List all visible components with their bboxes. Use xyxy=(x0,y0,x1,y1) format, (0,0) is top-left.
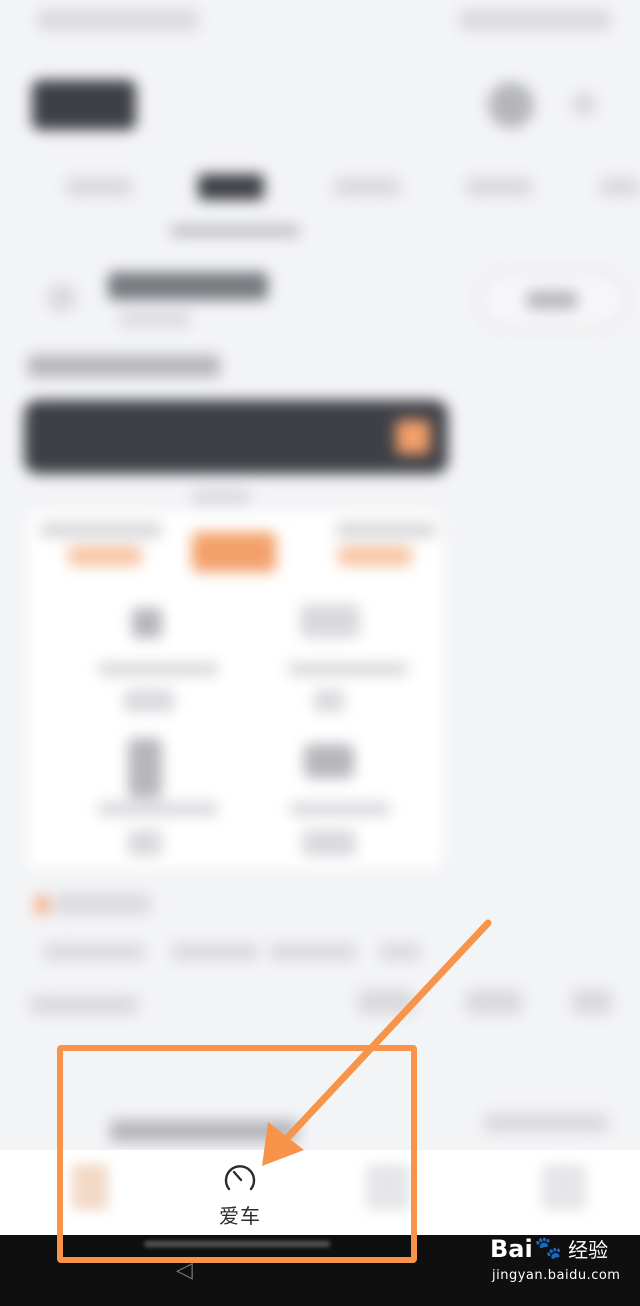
banner-caption xyxy=(192,490,250,504)
tab-2-active[interactable] xyxy=(198,174,264,200)
avatar[interactable] xyxy=(488,82,534,128)
section-heading xyxy=(54,894,150,914)
chip-1[interactable] xyxy=(44,944,144,960)
highlight-box xyxy=(57,1045,417,1263)
page-title xyxy=(32,80,136,130)
paw-icon: 🐾 xyxy=(534,1236,563,1261)
tab-1[interactable] xyxy=(66,178,132,196)
car-model-title xyxy=(108,272,268,300)
status-bar-right-info xyxy=(460,10,610,30)
tab-4[interactable] xyxy=(466,178,532,196)
more-icon[interactable] xyxy=(572,92,596,116)
filter-2[interactable] xyxy=(466,990,522,1014)
blurred-app-content xyxy=(0,0,640,1150)
car-model-subtitle xyxy=(120,312,190,326)
watermark-url: jingyan.baidu.com xyxy=(492,1268,621,1283)
chip-4[interactable] xyxy=(380,944,420,960)
tab-5[interactable] xyxy=(600,178,640,196)
filter-1[interactable] xyxy=(358,990,414,1014)
watermark-brand-left: Bai xyxy=(490,1234,533,1263)
nav-profile-icon[interactable] xyxy=(542,1164,586,1210)
stats-card xyxy=(28,512,442,868)
section-title xyxy=(28,355,220,377)
baidu-jingyan-watermark: Bai 🐾 经验 jingyan.baidu.com xyxy=(490,1232,630,1298)
mileage-banner[interactable] xyxy=(24,400,448,474)
status-bar xyxy=(0,0,640,40)
switch-car-button[interactable] xyxy=(480,272,626,328)
tab-indicator xyxy=(170,226,300,236)
location-icon xyxy=(48,284,76,312)
filter-3[interactable] xyxy=(572,990,612,1014)
watermark-brand-right: 经验 xyxy=(568,1238,609,1262)
list-header xyxy=(30,996,138,1014)
list-item-meta xyxy=(484,1114,608,1132)
status-bar-left-info xyxy=(38,10,198,30)
tab-3[interactable] xyxy=(334,178,400,196)
chip-3[interactable] xyxy=(270,944,356,960)
chip-2[interactable] xyxy=(172,944,258,960)
section-accent xyxy=(36,896,48,914)
